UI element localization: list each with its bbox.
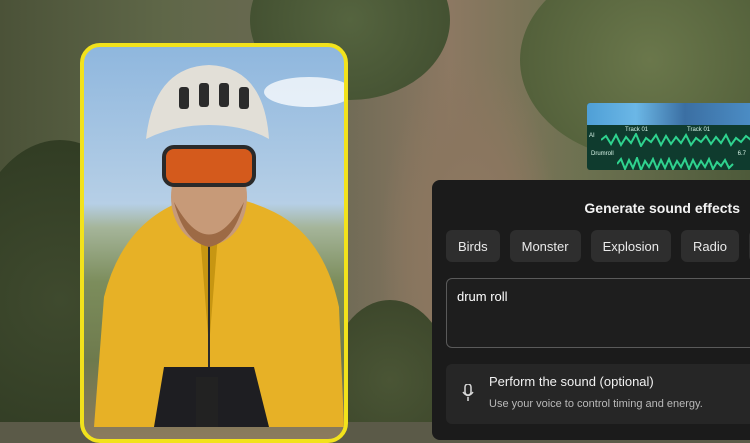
preset-chips: Birds Monster Explosion Radio	[446, 230, 750, 262]
chip-birds[interactable]: Birds	[446, 230, 500, 262]
chip-radio[interactable]: Radio	[680, 230, 739, 262]
drumroll-label: Drumroll	[591, 151, 614, 157]
panel-title: Generate sound effects	[584, 200, 740, 216]
perform-sound-button[interactable]: Perform the sound (optional) Use your vo…	[446, 364, 750, 424]
chip-explosion[interactable]: Explosion	[590, 230, 671, 262]
ai-badge: AI	[589, 133, 595, 139]
audio-track-row: AI Track 01 Track 01	[587, 127, 750, 147]
drumroll-waveform	[617, 157, 734, 170]
cyclist-figure	[94, 65, 344, 427]
sound-effects-panel: Generate sound effects Birds Monster Exp…	[432, 180, 750, 440]
audio-waveform	[601, 133, 750, 147]
perform-subtitle: Use your voice to control timing and ene…	[489, 398, 703, 410]
microphone-icon	[462, 384, 474, 401]
drumroll-track-row: Drumroll 6.7	[587, 149, 750, 170]
timeline-thumbnail[interactable]: AI Track 01 Track 01 Drumroll 6.7	[587, 103, 750, 170]
video-track-strip	[587, 103, 750, 125]
video-card-selected[interactable]	[80, 43, 348, 443]
chip-monster[interactable]: Monster	[509, 230, 581, 262]
prompt-input[interactable]: drum roll	[446, 278, 750, 348]
perform-title: Perform the sound (optional)	[489, 374, 654, 389]
